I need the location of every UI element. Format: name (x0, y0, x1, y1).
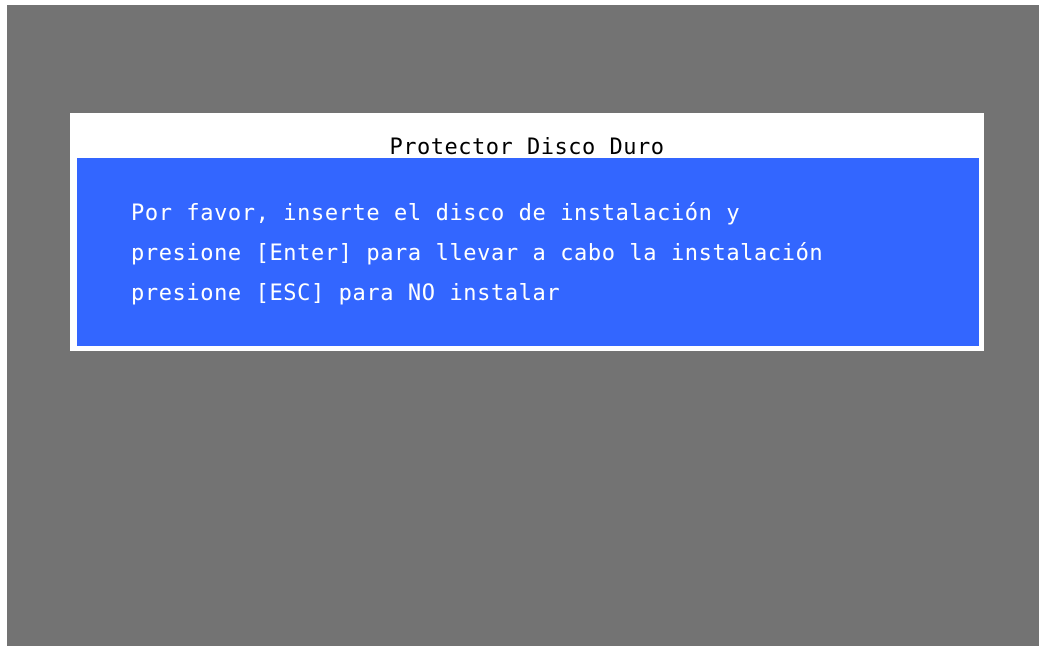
message-line-press-enter: presione [Enter] para llevar a cabo la i… (131, 241, 824, 266)
message-line-insert-disk: Por favor, inserte el disco de instalaci… (131, 201, 741, 226)
dialog-message-panel: Por favor, inserte el disco de instalaci… (77, 158, 979, 346)
console-screen: Protector Disco Duro Por favor, inserte … (7, 5, 1039, 646)
message-line-press-esc: presione [ESC] para NO instalar (131, 281, 561, 306)
installer-dialog: Protector Disco Duro Por favor, inserte … (70, 113, 984, 351)
